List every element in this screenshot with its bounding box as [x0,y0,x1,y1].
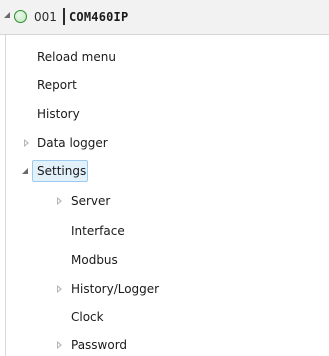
collapsed-arrow-icon[interactable] [57,341,62,349]
header-separator [63,8,65,25]
tree-item-label: Interface [71,224,125,238]
tree-item-label: Password [71,338,128,352]
expanded-arrow-icon[interactable] [22,168,28,174]
tree-item-label: History/Logger [71,282,160,296]
tree-item-history-logger[interactable]: History/Logger [0,279,329,299]
status-circle-icon [14,10,27,23]
collapsed-arrow-icon[interactable] [57,197,62,205]
tree-item-report[interactable]: Report [0,75,329,95]
tree-item-label: Settings [37,164,87,178]
tree-item-server[interactable]: Server [0,191,329,211]
tree-item-history[interactable]: History [0,104,329,124]
tree-item-label: Clock [71,310,104,324]
collapsed-arrow-icon[interactable] [24,139,29,147]
tree-item-label: Data logger [37,136,108,150]
tree-item-data-logger[interactable]: Data logger [0,133,329,153]
expanded-arrow-icon[interactable] [4,12,10,18]
device-id: 001 [34,10,57,24]
tree-item-label: Report [37,78,77,92]
device-header-row[interactable]: 001 COM460IP [0,0,329,35]
tree-item-settings[interactable]: Settings [0,161,329,181]
tree-item-clock[interactable]: Clock [0,307,329,327]
tree-item-label: Modbus [71,253,118,267]
collapsed-arrow-icon[interactable] [57,285,62,293]
tree-item-label: Reload menu [37,50,116,64]
tree-item-label: Server [71,194,111,208]
device-name[interactable]: COM460IP [69,10,128,24]
tree-item-modbus[interactable]: Modbus [0,250,329,270]
tree-item-reload-menu[interactable]: Reload menu [0,47,329,67]
tree-item-password[interactable]: Password [0,335,329,355]
tree-item-interface[interactable]: Interface [0,221,329,241]
device-tree-panel: 001 COM460IP Reload menu Report History … [0,0,329,356]
tree-item-label: History [37,107,80,121]
